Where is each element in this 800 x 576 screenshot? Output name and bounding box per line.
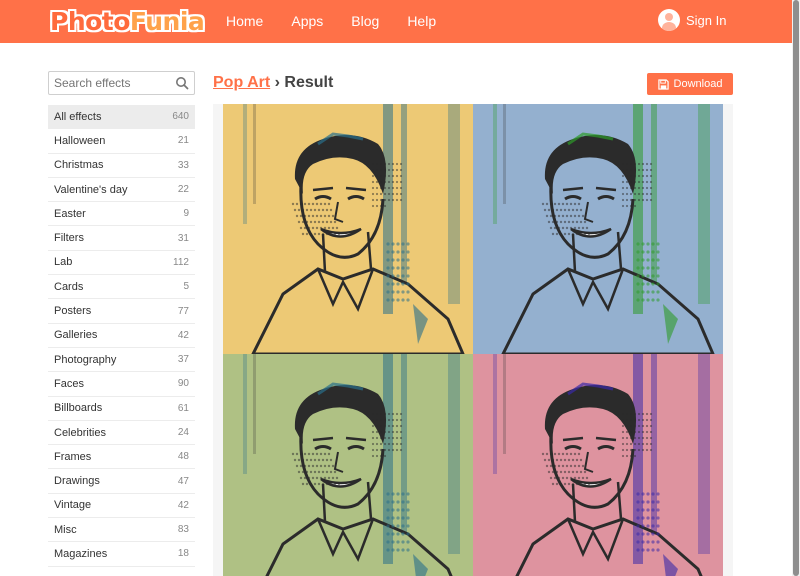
sidebar-item-valentines-day[interactable]: Valentine's day 22 (48, 178, 195, 203)
sidebar-item-label: All effects (54, 110, 102, 123)
photofunia-logo[interactable]: PhotoFunia (50, 4, 205, 38)
floppy-disk-icon (657, 78, 669, 90)
sidebar-item-misc[interactable]: Misc 83 (48, 518, 195, 543)
sidebar-item-drawings[interactable]: Drawings 47 (48, 469, 195, 494)
sidebar-item-count: 24 (177, 427, 189, 438)
sidebar-item-celebrities[interactable]: Celebrities 24 (48, 421, 195, 446)
sidebar-item-label: Frames (54, 450, 92, 463)
page-title: Pop Art › Result (213, 74, 333, 92)
sidebar-item-halloween[interactable]: Halloween 21 (48, 129, 195, 154)
logo-funia: Funia (129, 6, 205, 36)
sidebar-item-count: 42 (177, 499, 189, 511)
sidebar-item-label: Photography (54, 353, 117, 366)
search-box (48, 71, 195, 95)
page-scrollbar[interactable] (792, 0, 800, 576)
sign-in-label: Sign In (686, 12, 727, 28)
sidebar-item-christmas[interactable]: Christmas 33 (48, 154, 195, 178)
sidebar-item-label: Faces (54, 377, 84, 390)
user-avatar-icon (658, 9, 680, 31)
top-navigation-bar: PhotoFunia Home Apps Blog Help Sign In (0, 0, 792, 43)
sidebar-item-label: Lab (54, 256, 73, 269)
sidebar-item-count: 61 (177, 402, 189, 414)
nav-blog-link[interactable]: Blog (351, 12, 379, 31)
nav-apps-link[interactable]: Apps (291, 12, 323, 31)
breadcrumb-pop-art-link[interactable]: Pop Art (213, 74, 270, 91)
pop-art-result-image[interactable] (223, 104, 723, 576)
sidebar-item-label: Galleries (54, 329, 98, 342)
sidebar-item-label: Drawings (54, 475, 100, 488)
sidebar-item-lab[interactable]: Lab 112 (48, 251, 195, 276)
sidebar-item-count: 640 (172, 111, 189, 123)
sidebar-item-label: Cards (54, 280, 84, 293)
sidebar-item-count: 33 (177, 159, 189, 171)
pop-art-panel-green (223, 354, 473, 576)
sidebar-item-easter[interactable]: Easter 9 (48, 202, 195, 227)
sidebar-item-label: Misc (54, 523, 77, 536)
sidebar-item-count: 48 (177, 451, 189, 463)
sidebar-item-label: Halloween (54, 134, 106, 147)
search-input[interactable] (49, 72, 169, 94)
nav-home-link[interactable]: Home (226, 12, 263, 31)
sidebar-item-cards[interactable]: Cards 5 (48, 275, 195, 300)
sidebar-item-count: 77 (177, 305, 189, 317)
sidebar-item-galleries[interactable]: Galleries 42 (48, 324, 195, 348)
sidebar-item-label: Magazines (54, 547, 108, 560)
sidebar-item-count: 83 (177, 524, 189, 536)
sidebar-item-count: 31 (177, 232, 189, 244)
scrollbar-thumb[interactable] (793, 0, 799, 576)
sidebar-item-count: 47 (177, 475, 189, 487)
main-nav: Home Apps Blog Help (226, 12, 464, 31)
sidebar-item-label: Billboards (54, 402, 103, 415)
sidebar-item-count: 37 (177, 354, 189, 366)
sidebar-item-label: Easter (54, 207, 86, 220)
sidebar-item-count: 22 (177, 184, 189, 196)
download-label: Download (673, 78, 723, 90)
sidebar-item-count: 9 (183, 208, 189, 220)
sidebar-item-magazines[interactable]: Magazines 18 (48, 542, 195, 567)
sidebar-item-label: Filters (54, 232, 84, 245)
pop-art-panel-blue (473, 104, 723, 354)
sidebar-item-all-effects[interactable]: All effects 640 (48, 105, 195, 130)
sidebar-item-count: 5 (183, 281, 189, 293)
sidebar-item-label: Celebrities (54, 426, 106, 439)
sidebar-item-posters[interactable]: Posters 77 (48, 299, 195, 324)
sidebar-item-label: Posters (54, 305, 92, 318)
sidebar-item-label: Valentine's day (54, 183, 128, 196)
breadcrumb-separator: › (270, 74, 285, 91)
pop-art-panel-pink (473, 354, 723, 576)
nav-help-link[interactable]: Help (407, 12, 436, 31)
breadcrumb-current: Result (284, 74, 334, 91)
effects-sidebar: All effects 640 Halloween 21 Christmas 33 V… (48, 105, 195, 567)
sidebar-item-frames[interactable]: Frames 48 (48, 445, 195, 470)
sidebar-item-filters[interactable]: Filters 31 (48, 226, 195, 251)
sidebar-item-count: 90 (177, 378, 189, 390)
sidebar-item-faces[interactable]: Faces 90 (48, 372, 195, 397)
sidebar-item-count: 42 (177, 329, 189, 341)
logo-photo: Photo (50, 6, 130, 36)
download-button[interactable]: Download (647, 73, 733, 95)
sidebar-item-photography[interactable]: Photography 37 (48, 348, 195, 373)
sidebar-item-label: Christmas (54, 159, 104, 172)
sidebar-item-count: 112 (173, 256, 189, 268)
pop-art-panel-yellow (223, 104, 473, 354)
search-icon[interactable] (175, 76, 189, 90)
sidebar-item-billboards[interactable]: Billboards 61 (48, 397, 195, 421)
sidebar-item-label: Vintage (54, 499, 92, 512)
sign-in-button[interactable]: Sign In (658, 9, 726, 31)
sidebar-item-count: 18 (177, 548, 189, 560)
sidebar-item-count: 21 (177, 135, 189, 147)
sidebar-item-vintage[interactable]: Vintage 42 (48, 494, 195, 519)
